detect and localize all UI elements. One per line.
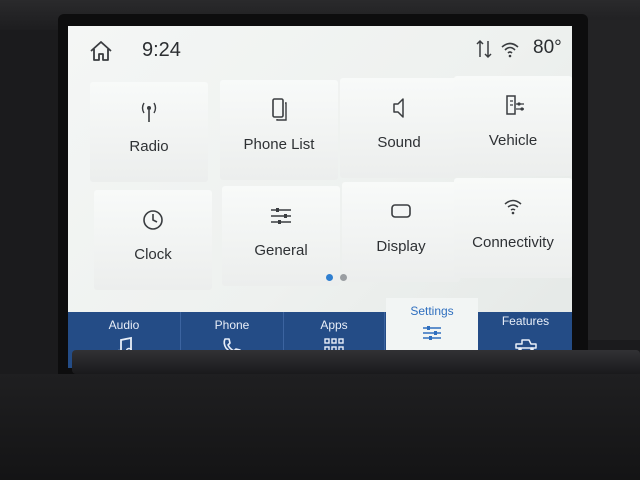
page-indicator[interactable] [326,274,356,284]
page-dot-active[interactable] [326,274,333,281]
tile-label: Sound [377,134,421,151]
infotainment-screen: 9:24 80° Radio Phone List Sound Vehicle … [68,26,572,368]
tile-label: Display [376,238,426,255]
status-bar: 9:24 80° [68,26,572,74]
tile-display[interactable]: Display [342,182,460,282]
speaker-icon [393,98,404,118]
sliders-icon [271,208,291,224]
display-icon [391,204,411,218]
home-icon[interactable] [88,40,114,62]
tile-radio[interactable]: Radio [90,82,208,182]
wifi-icon [504,199,522,215]
nav-label: Apps [320,318,348,332]
outside-temperature: 80° [533,37,562,58]
tile-label: Vehicle [488,132,538,149]
tile-connectivity[interactable]: Connectivity [454,178,572,278]
tile-label: General [254,242,308,259]
nav-label: Audio [108,318,140,332]
dashboard-lower-panel [0,374,640,480]
nav-label: Features [501,314,550,328]
tile-label: Connectivity [472,234,554,251]
dashboard-side-panel [586,20,640,340]
tile-label: Radio [129,138,169,155]
tile-label: Phone List [243,136,315,153]
radio-antenna-icon [141,102,157,122]
clock-icon [143,210,163,230]
tile-general[interactable]: General [222,186,340,286]
page-dot[interactable] [340,274,347,281]
nav-label: Settings [410,304,454,318]
vehicle-settings-icon [506,95,524,115]
tile-label: Clock [134,246,172,263]
wifi-status-icon [501,42,519,58]
phone-list-icon [272,98,287,121]
tile-clock[interactable]: Clock [94,190,212,290]
data-signal-icon [476,39,492,59]
nav-label: Phone [214,318,250,332]
tile-phone-list[interactable]: Phone List [220,80,338,180]
dashboard-lower-trim [72,350,640,374]
status-time: 9:24 [142,39,181,61]
settings-sliders-icon [423,326,441,340]
tile-sound[interactable]: Sound [340,78,458,178]
tile-vehicle[interactable]: Vehicle [454,76,572,176]
